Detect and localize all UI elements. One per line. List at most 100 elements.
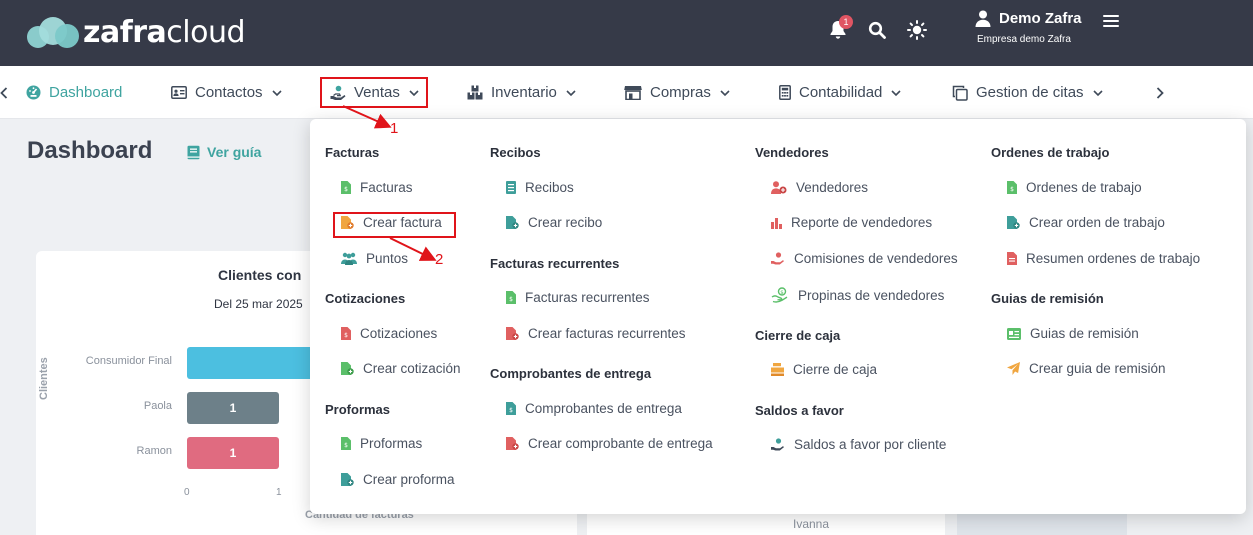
section-ordenes-de-trabajo: Ordenes de trabajo bbox=[991, 145, 1110, 160]
chevron-down-icon bbox=[566, 89, 576, 96]
menu-recibos[interactable]: Recibos bbox=[506, 180, 574, 195]
nav-scroll-right-icon[interactable] bbox=[1156, 66, 1164, 119]
menu-cotizaciones[interactable]: $ Cotizaciones bbox=[341, 326, 437, 341]
crear-factura-highlight-box bbox=[333, 212, 456, 238]
menu-guias-de-remision[interactable]: Guias de remisión bbox=[1007, 326, 1139, 341]
chart-category-label: Paola bbox=[143, 400, 172, 412]
nav-compras[interactable]: Compras bbox=[624, 66, 731, 119]
nav-dashboard[interactable]: Dashboard bbox=[26, 66, 122, 119]
section-facturas: Facturas bbox=[325, 145, 380, 160]
contact-card-icon bbox=[171, 86, 187, 99]
notifications-bell-icon[interactable]: 1 bbox=[826, 15, 853, 42]
zafracloud-logo[interactable]: zafracloud bbox=[27, 12, 246, 52]
chart-bar[interactable]: 1 bbox=[187, 437, 279, 469]
chart-x-tick: 1 bbox=[276, 487, 282, 498]
main-navbar: Dashboard Contactos Ventas Inventario Co… bbox=[0, 66, 1253, 119]
menu-crear-cotizacion[interactable]: Crear cotización bbox=[341, 361, 461, 376]
menu-crear-recibo[interactable]: Crear recibo bbox=[506, 215, 602, 230]
nav-inventario[interactable]: Inventario bbox=[467, 66, 577, 119]
nav-contactos-label: Contactos bbox=[195, 84, 263, 101]
chevron-down-icon bbox=[720, 89, 730, 96]
ver-guia-label: Ver guía bbox=[207, 144, 262, 160]
dispatch-guide-icon bbox=[1007, 327, 1021, 340]
store-icon bbox=[624, 86, 642, 100]
menu-crear-comprobante[interactable]: Crear comprobante de entrega bbox=[506, 436, 713, 451]
nav-compras-label: Compras bbox=[650, 84, 711, 101]
theme-sun-icon[interactable] bbox=[905, 18, 929, 42]
menu-resumen-ordenes-de-trabajo[interactable]: Resumen ordenes de trabajo bbox=[1007, 251, 1200, 266]
receipt-icon bbox=[506, 181, 516, 194]
menu-facturas-recurrentes[interactable]: $ Facturas recurrentes bbox=[506, 290, 650, 305]
nav-gestion-de-citas[interactable]: Gestion de citas bbox=[952, 66, 1104, 119]
menu-cierre-de-caja[interactable]: Cierre de caja bbox=[771, 362, 877, 377]
menu-crear-orden-de-trabajo[interactable]: Crear orden de trabajo bbox=[1007, 215, 1165, 230]
cash-register-icon bbox=[771, 363, 784, 376]
cloud-logo-icon bbox=[27, 14, 79, 50]
logo-wordmark: zafracloud bbox=[83, 14, 246, 50]
work-order-icon: $ bbox=[1007, 181, 1017, 194]
menu-ordenes-de-trabajo[interactable]: $ Ordenes de trabajo bbox=[1007, 180, 1142, 195]
chevron-down-icon bbox=[891, 89, 901, 96]
menu-propinas-de-vendedores[interactable]: $ Propinas de vendedores bbox=[771, 287, 944, 303]
annotation-step-2: 2 bbox=[435, 251, 444, 268]
chart-category-label: Ramon bbox=[136, 445, 172, 457]
section-recibos: Recibos bbox=[490, 145, 541, 160]
menu-facturas[interactable]: $ Facturas bbox=[341, 180, 413, 195]
menu-crear-facturas-recurrentes[interactable]: Crear facturas recurrentes bbox=[506, 326, 686, 341]
sellers-icon bbox=[771, 181, 787, 194]
create-quote-icon bbox=[341, 362, 354, 375]
svg-text:$: $ bbox=[344, 332, 348, 339]
proforma-doc-icon: $ bbox=[341, 437, 351, 450]
menu-proformas[interactable]: $ Proformas bbox=[341, 436, 422, 451]
menu-comisiones-de-vendedores[interactable]: Comisiones de vendedores bbox=[771, 251, 958, 266]
section-comprobantes: Comprobantes de entrega bbox=[490, 366, 652, 381]
menu-puntos[interactable]: Puntos bbox=[341, 251, 408, 266]
menu-vendedores[interactable]: Vendedores bbox=[771, 180, 868, 195]
nav-inventario-label: Inventario bbox=[491, 84, 557, 101]
user-menu[interactable]: Demo Zafra Empresa demo Zafra bbox=[975, 10, 1082, 45]
nav-contabilidad[interactable]: Contabilidad bbox=[779, 66, 902, 119]
svg-text:$: $ bbox=[344, 186, 348, 193]
ventas-dropdown-menu bbox=[310, 119, 1246, 514]
create-proforma-icon bbox=[341, 473, 354, 486]
boxes-icon bbox=[467, 85, 483, 100]
menu-saldos-a-favor-por-cliente[interactable]: Saldos a favor por cliente bbox=[771, 437, 946, 452]
menu-crear-guia-de-remision[interactable]: Crear guia de remisión bbox=[1007, 361, 1166, 376]
copy-window-icon bbox=[952, 85, 968, 101]
section-facturas-recurrentes: Facturas recurrentes bbox=[490, 256, 620, 271]
ventas-highlight-box bbox=[320, 77, 428, 108]
menu-comprobantes-de-entrega[interactable]: $ Comprobantes de entrega bbox=[506, 401, 682, 416]
hand-coin-balance-icon bbox=[771, 438, 784, 451]
hamburger-menu-icon[interactable] bbox=[1103, 15, 1119, 27]
menu-crear-proforma[interactable]: Crear proforma bbox=[341, 472, 455, 487]
chevron-down-icon bbox=[1092, 89, 1103, 96]
top-header: zafracloud 1 Demo Zafra Empresa demo Zaf… bbox=[0, 0, 1253, 66]
nav-contactos[interactable]: Contactos bbox=[171, 66, 283, 119]
svg-text:$: $ bbox=[509, 296, 513, 303]
company-name: Empresa demo Zafra bbox=[977, 34, 1071, 45]
invoice-doc-icon: $ bbox=[341, 181, 351, 194]
section-guias-de-remision: Guias de remisión bbox=[991, 291, 1104, 306]
chart-bar[interactable]: 1 bbox=[187, 392, 279, 424]
nav-dashboard-label: Dashboard bbox=[49, 84, 123, 101]
nav-scroll-left-icon[interactable] bbox=[0, 66, 8, 119]
secondary-chart-label: Ivanna bbox=[793, 517, 830, 531]
menu-reporte-de-vendedores[interactable]: Reporte de vendedores bbox=[771, 215, 932, 230]
chart-x-tick: 0 bbox=[184, 487, 190, 498]
dashboard-gauge-icon bbox=[26, 85, 41, 100]
book-icon bbox=[187, 145, 200, 159]
page-title: Dashboard bbox=[27, 137, 153, 164]
ver-guia-link[interactable]: Ver guía bbox=[186, 144, 261, 160]
people-group-icon bbox=[341, 252, 357, 265]
nav-contabilidad-label: Contabilidad bbox=[799, 84, 883, 101]
recurring-invoice-icon: $ bbox=[506, 291, 516, 304]
calculator-icon bbox=[779, 85, 791, 100]
notification-badge: 1 bbox=[839, 15, 853, 29]
user-name: Demo Zafra bbox=[999, 10, 1082, 27]
create-recurring-invoice-icon bbox=[506, 327, 519, 340]
section-proformas: Proformas bbox=[325, 402, 391, 417]
chevron-down-icon bbox=[271, 89, 282, 96]
search-icon[interactable] bbox=[865, 18, 889, 42]
svg-text:$: $ bbox=[1010, 186, 1014, 193]
work-order-summary-icon bbox=[1007, 252, 1017, 265]
